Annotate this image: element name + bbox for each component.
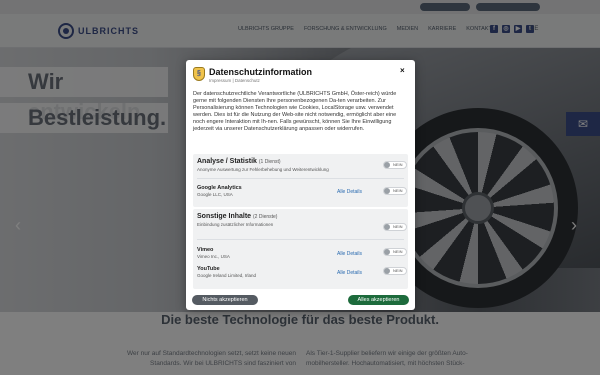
details-link-google-analytics[interactable]: Alle Details xyxy=(337,189,362,195)
toggle-knob xyxy=(384,224,390,230)
service-toggle-vimeo[interactable]: NEIN xyxy=(383,248,407,256)
toggle-knob xyxy=(384,268,390,274)
toggle-label: NEIN xyxy=(393,224,403,229)
dialog-header: § Datenschutzinformation Impressum | Dat… xyxy=(193,67,312,84)
service-name: Vimeo xyxy=(197,247,214,253)
consent-category-sonstige: Sonstige Inhalte (2 Dienste) Einbindung … xyxy=(193,209,408,289)
dialog-legal-links[interactable]: Impressum | Datenschutz xyxy=(209,78,312,84)
service-name: Google Analytics xyxy=(197,185,242,191)
category-description: Einbindung zusätzlicher Informationen xyxy=(197,222,274,227)
details-link-youtube[interactable]: Alle Details xyxy=(337,270,362,276)
service-youtube: YouTube Google Ireland Limited, Irland xyxy=(197,266,317,279)
privacy-consent-dialog: § Datenschutzinformation Impressum | Dat… xyxy=(186,60,415,310)
toggle-label: NEIN xyxy=(393,162,403,167)
service-company: Google LLC, USA xyxy=(197,192,233,197)
category-header: Sonstige Inhalte (2 Dienste) Einbindung … xyxy=(197,212,337,228)
service-toggle-youtube[interactable]: NEIN xyxy=(383,267,407,275)
dialog-intro-text: Der datenschutzrechtliche Verantwortlich… xyxy=(193,91,397,132)
category-count: (2 Dienste) xyxy=(253,214,278,220)
toggle-knob xyxy=(384,249,390,255)
service-company: Google Ireland Limited, Irland xyxy=(197,273,257,278)
category-toggle-sonstige[interactable]: NEIN xyxy=(383,223,407,231)
consent-category-analyse: Analyse / Statistik (1 Dienst) Anonyme A… xyxy=(193,154,408,207)
category-title: Analyse / Statistik (1 Dienst) xyxy=(197,157,337,167)
toggle-label: NEIN xyxy=(393,249,403,254)
category-toggle-analyse[interactable]: NEIN xyxy=(383,161,407,169)
category-divider xyxy=(197,239,404,240)
toggle-label: NEIN xyxy=(393,188,403,193)
service-google-analytics: Google Analytics Google LLC, USA xyxy=(197,185,317,198)
accept-all-button[interactable]: Alles akzeptieren xyxy=(348,295,409,305)
category-title: Sonstige Inhalte (2 Dienste) xyxy=(197,212,337,222)
category-divider xyxy=(197,178,404,179)
category-header: Analyse / Statistik (1 Dienst) Anonyme A… xyxy=(197,157,337,173)
shield-icon: § xyxy=(193,67,205,81)
category-count: (1 Dienst) xyxy=(258,159,281,165)
toggle-label: NEIN xyxy=(393,268,403,273)
service-company: Vimeo Inc., USA xyxy=(197,254,230,259)
toggle-knob xyxy=(384,162,390,168)
reject-all-button[interactable]: Nichts akzeptieren xyxy=(192,295,258,305)
category-title-text: Sonstige Inhalte xyxy=(197,213,252,220)
service-name: YouTube xyxy=(197,266,220,272)
category-title-text: Analyse / Statistik xyxy=(197,158,257,165)
toggle-knob xyxy=(384,188,390,194)
details-link-vimeo[interactable]: Alle Details xyxy=(337,251,362,257)
category-description: Anonyme Auswertung zur Fehlerbehebung un… xyxy=(197,167,329,172)
close-icon[interactable]: × xyxy=(400,66,405,75)
service-vimeo: Vimeo Vimeo Inc., USA xyxy=(197,247,317,260)
service-toggle-google-analytics[interactable]: NEIN xyxy=(383,187,407,195)
dialog-title: Datenschutzinformation xyxy=(209,67,313,77)
